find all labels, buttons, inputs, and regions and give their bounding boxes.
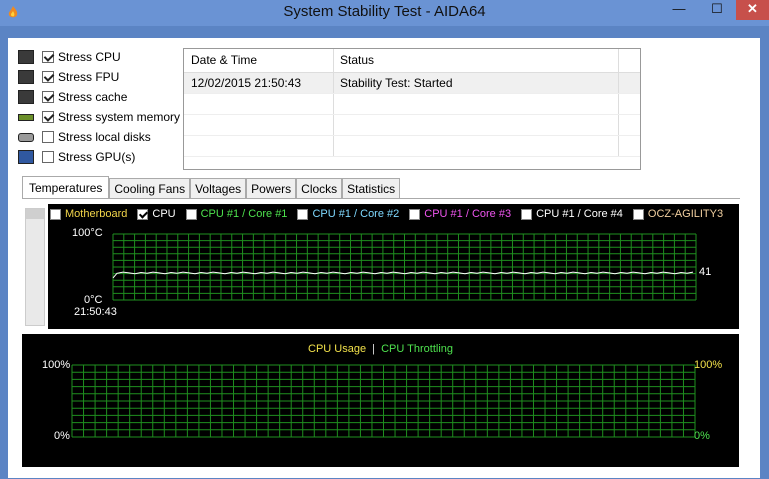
status-log-table: Date & Time Status 12/02/2015 21:50:43 S… [183,48,641,170]
tab-temperatures[interactable]: Temperatures [22,176,110,199]
tab-clocks[interactable]: Clocks [296,178,343,199]
stress-checkbox[interactable] [42,51,54,63]
minimize-button[interactable]: — [660,0,698,20]
gpu-monitor-icon [18,150,34,164]
log-header-row: Date & Time Status [184,49,640,73]
temp-current-value: 41 [699,266,712,278]
usage-plot [71,364,696,438]
memory-module-icon [18,113,34,121]
stress-checkbox[interactable] [42,91,54,103]
log-column-datetime[interactable]: Date & Time [184,49,334,72]
cpu-temperature-line [112,271,694,279]
stress-option-row[interactable]: Stress local disks [18,128,151,146]
stress-checkbox[interactable] [42,71,54,83]
stress-option-label: Stress local disks [58,130,151,144]
stress-option-label: Stress GPU(s) [58,150,136,164]
stress-option-label: Stress CPU [58,50,121,64]
stress-checkbox[interactable] [42,111,54,123]
cpu-chip-icon [18,50,34,64]
window-title: System Stability Test - AIDA64 [283,3,486,20]
tab-powers[interactable]: Powers [246,178,297,199]
stress-option-row[interactable]: Stress CPU [18,48,121,66]
temperature-plot [112,233,697,301]
log-column-status[interactable]: Status [334,49,619,72]
stress-checkbox[interactable] [42,151,54,163]
stress-option-row[interactable]: Stress cache [18,88,127,106]
log-row-empty [184,136,640,157]
usage-right-bottom-label: 0% [694,430,710,442]
temp-axis-bottom-label: 0°C [84,294,103,306]
usage-right-top-label: 100% [694,359,723,371]
log-row-empty [184,94,640,115]
usage-left-top-label: 100% [42,359,71,371]
temp-axis-top-label: 100°C [72,227,103,239]
disk-drive-icon [18,132,34,142]
log-row-empty [184,115,640,136]
temperature-graph: Motherboard CPU CPU #1 / Core #1 CPU #1 / C… [48,204,739,329]
legend-scrollbar[interactable] [25,208,45,326]
stress-option-row[interactable]: Stress system memory [18,108,180,126]
cpu-usage-graph: CPU Usage | CPU Throttling 100% 0% 100% … [22,334,739,467]
close-button[interactable]: ✕ [736,0,769,20]
title-bar: System Stability Test - AIDA64 — ☐ ✕ [0,0,769,26]
temp-time-label: 21:50:43 [74,306,117,318]
stress-option-row[interactable]: Stress GPU(s) [18,148,135,166]
usage-left-bottom-label: 0% [54,430,70,442]
tab-cooling-fans[interactable]: Cooling Fans [109,178,191,199]
log-cell-datetime: 12/02/2015 21:50:43 [184,73,334,93]
tab-voltages[interactable]: Voltages [190,178,247,199]
tab-statistics[interactable]: Statistics [342,178,401,199]
log-row[interactable]: 12/02/2015 21:50:43 Stability Test: Star… [184,73,640,94]
stress-option-label: Stress system memory [58,110,181,124]
stress-option-label: Stress FPU [58,70,120,84]
main-client-area: Stress CPU Stress FPU Stress cache Stress s… [8,38,760,478]
maximize-button[interactable]: ☐ [698,0,736,20]
log-cell-status: Stability Test: Started [334,73,619,93]
cache-chip-icon [18,90,34,104]
stress-option-row[interactable]: Stress FPU [18,68,119,86]
scrollbar-thumb[interactable] [26,209,44,219]
tab-strip: Temperatures Cooling Fans Voltages Powers Cl… [22,176,401,199]
fpu-chip-icon [18,70,34,84]
stress-checkbox[interactable] [42,131,54,143]
stress-option-label: Stress cache [58,90,128,104]
